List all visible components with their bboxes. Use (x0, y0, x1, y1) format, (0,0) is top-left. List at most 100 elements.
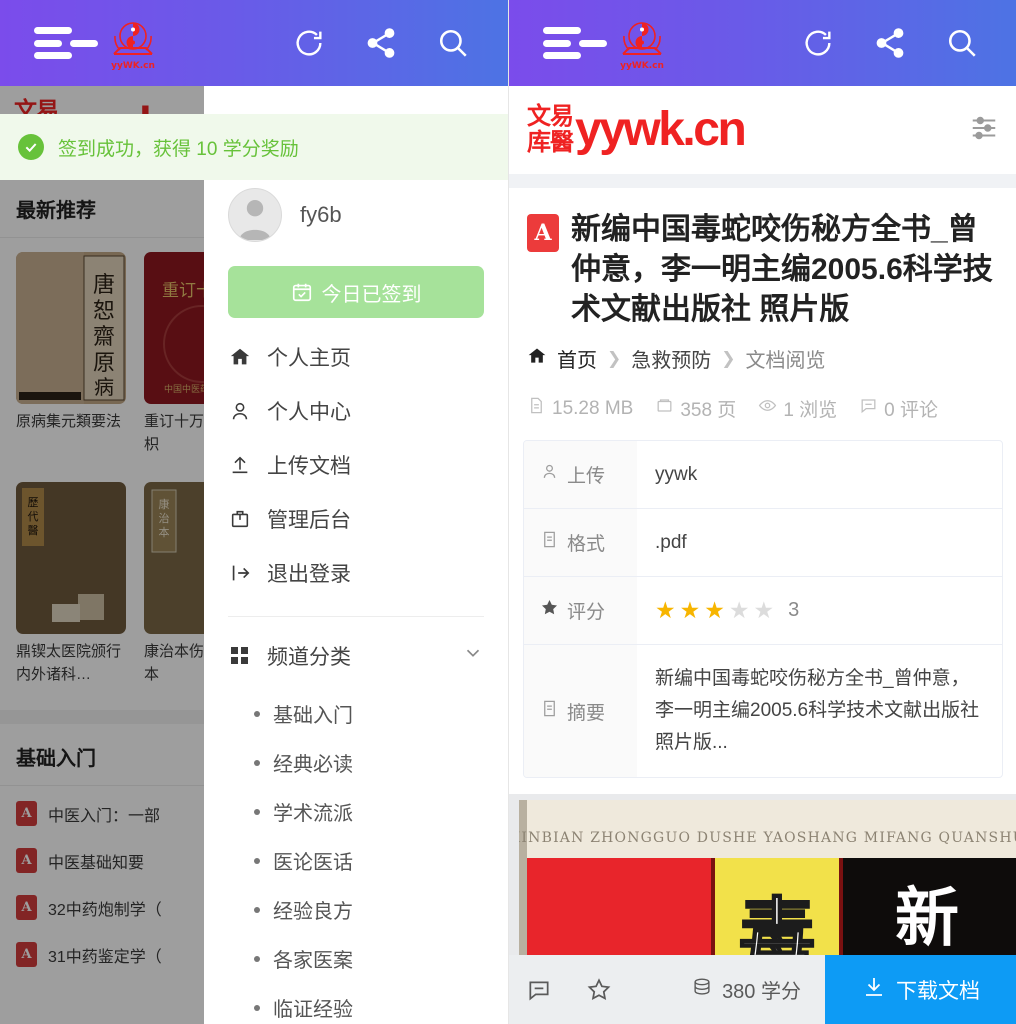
category-item[interactable]: 各家医案 (204, 934, 508, 983)
bullet-icon (254, 808, 260, 815)
header-band (509, 174, 1016, 188)
menu-item-logout[interactable]: 退出登录 (204, 546, 508, 600)
hamburger-icon[interactable] (34, 27, 76, 59)
star-icon[interactable]: ★ (655, 599, 676, 622)
menu-item-profile[interactable]: 个人中心 (204, 384, 508, 438)
menu-item-admin[interactable]: 管理后台 (204, 492, 508, 546)
category-item[interactable]: 临证经验 (204, 983, 508, 1024)
menu-item-label: 上传文档 (267, 455, 351, 478)
rating-stars[interactable]: ★ ★ ★ ★ ★ 3 (655, 599, 799, 622)
logout-icon (228, 562, 252, 584)
share-icon[interactable] (871, 24, 909, 62)
menu-item-label: 个人中心 (267, 401, 351, 424)
svg-text:毒: 毒 (739, 889, 815, 955)
divider (228, 616, 484, 617)
download-button[interactable]: 下载文档 (825, 955, 1016, 1024)
site-header: 文易 库醫 yywk.cn (509, 86, 1016, 174)
table-key-label: 评分 (567, 602, 606, 623)
hamburger-icon[interactable] (543, 27, 585, 59)
credits-label: 380 学分 (722, 981, 801, 1003)
meta-label: 15.28 MB (552, 397, 634, 419)
username: fy6b (300, 202, 342, 227)
download-icon (862, 975, 886, 1005)
grid-icon (228, 646, 252, 666)
breadcrumb-item: 文档阅览 (745, 350, 826, 372)
search-icon[interactable] (943, 24, 981, 62)
drawer-menu: 个人主页 个人中心 上传文档 管理后台 退出登录 (204, 330, 508, 600)
bullet-icon (254, 857, 260, 864)
left-panel: 文易 库醫 yywk 最新推荐 唐 (0, 0, 508, 1024)
user-avatar-icon (228, 188, 282, 242)
category-label: 经典必读 (273, 754, 353, 776)
eye-icon (758, 396, 777, 421)
preview-cover-image: XINBIAN ZHONGGUO DUSHE YAOSHANG MIFANG Q… (519, 800, 1016, 955)
breadcrumb-item[interactable]: 首页 (557, 344, 597, 373)
dashboard-icon (228, 508, 252, 530)
bullet-icon (254, 710, 260, 717)
category-item[interactable]: 学术流派 (204, 787, 508, 836)
chevron-right-icon: ❯ (721, 348, 736, 368)
calendar-check-icon (291, 281, 313, 303)
home-icon (228, 346, 252, 368)
category-item[interactable]: 经典必读 (204, 738, 508, 787)
app-bar: yyWK.cn (0, 0, 508, 86)
drawer-scrim[interactable] (0, 86, 204, 1024)
table-value: 新编中国毒蛇咬伤秘方全书_曾仲意，李一明主编2005.6科学技术文献出版社 照片… (655, 668, 980, 753)
star-icon[interactable]: ★ (704, 599, 725, 622)
chevron-down-icon[interactable] (462, 642, 484, 670)
category-label: 医论医话 (273, 852, 353, 874)
table-value: yywk (655, 463, 698, 485)
table-key-label: 摘要 (567, 702, 606, 724)
category-item[interactable]: 医论医话 (204, 836, 508, 885)
sliders-icon[interactable] (969, 113, 999, 148)
brand-cn-top: 文易 (527, 103, 574, 130)
site-logo-icon[interactable]: yyWK.cn (611, 12, 673, 74)
star-outline-icon[interactable] (569, 977, 629, 1003)
table-key: 格式 (524, 509, 637, 576)
share-icon[interactable] (362, 24, 400, 62)
meta-filesize: 15.28 MB (527, 396, 633, 421)
credits-display: 380 学分 (691, 975, 825, 1004)
meta-views: 1 浏览 (758, 395, 837, 422)
star-icon[interactable]: ★ (754, 599, 775, 622)
navigation-drawer: fy6b 今日已签到 个人主页 个人中心 上传文档 管理后台 退出登录 频道分类… (204, 86, 508, 1024)
category-item[interactable]: 经验良方 (204, 885, 508, 934)
menu-item-label: 退出登录 (267, 563, 351, 586)
file-icon (540, 699, 559, 724)
comment-icon[interactable] (509, 977, 569, 1003)
table-value: ★ ★ ★ ★ ★ 3 (637, 577, 1002, 644)
star-icon[interactable]: ★ (680, 599, 701, 622)
star-icon[interactable]: ★ (729, 599, 750, 622)
category-item[interactable]: 基础入门 (204, 689, 508, 738)
category-label: 经验良方 (273, 901, 353, 923)
menu-item-home[interactable]: 个人主页 (204, 330, 508, 384)
category-header[interactable]: 频道分类 (204, 633, 508, 679)
bullet-icon (254, 1004, 260, 1011)
menu-item-upload[interactable]: 上传文档 (204, 438, 508, 492)
site-logo-icon[interactable]: yyWK.cn (102, 12, 164, 74)
success-check-icon (18, 134, 44, 160)
category-label: 基础入门 (273, 705, 353, 727)
meta-pages: 358 页 (655, 395, 736, 422)
breadcrumb: 首页 ❯ 急救预防 ❯ 文档阅览 (509, 330, 1016, 373)
bottom-action-bar: 380 学分 下载文档 (509, 955, 1016, 1024)
refresh-icon[interactable] (290, 24, 328, 62)
svg-text:yyWK.cn: yyWK.cn (620, 61, 664, 71)
menu-item-label: 个人主页 (267, 347, 351, 370)
brand-en: yywk.cn (575, 103, 747, 156)
upload-icon (228, 454, 252, 476)
category-label: 各家医案 (273, 950, 353, 972)
search-icon[interactable] (434, 24, 472, 62)
drawer-user-row[interactable]: fy6b (204, 178, 508, 252)
document-title-row: 新编中国毒蛇咬伤秘方全书_曾仲意，李一明主编2005.6科学技术文献出版社 照片… (509, 188, 1016, 330)
category-list: 基础入门 经典必读 学术流派 医论医话 经验良方 各家医案 临证经验 名医经验 … (204, 679, 508, 1024)
document-detail: 新编中国毒蛇咬伤秘方全书_曾仲意，李一明主编2005.6科学技术文献出版社 照片… (509, 188, 1016, 955)
breadcrumb-item[interactable]: 急救预防 (631, 344, 711, 373)
signin-button[interactable]: 今日已签到 (228, 266, 484, 318)
pdf-icon (527, 214, 559, 252)
document-preview[interactable]: XINBIAN ZHONGGUO DUSHE YAOSHANG MIFANG Q… (509, 794, 1016, 955)
bullet-icon (254, 759, 260, 766)
table-key-label: 格式 (567, 534, 606, 555)
refresh-icon[interactable] (799, 24, 837, 62)
bullet-icon (254, 955, 260, 962)
